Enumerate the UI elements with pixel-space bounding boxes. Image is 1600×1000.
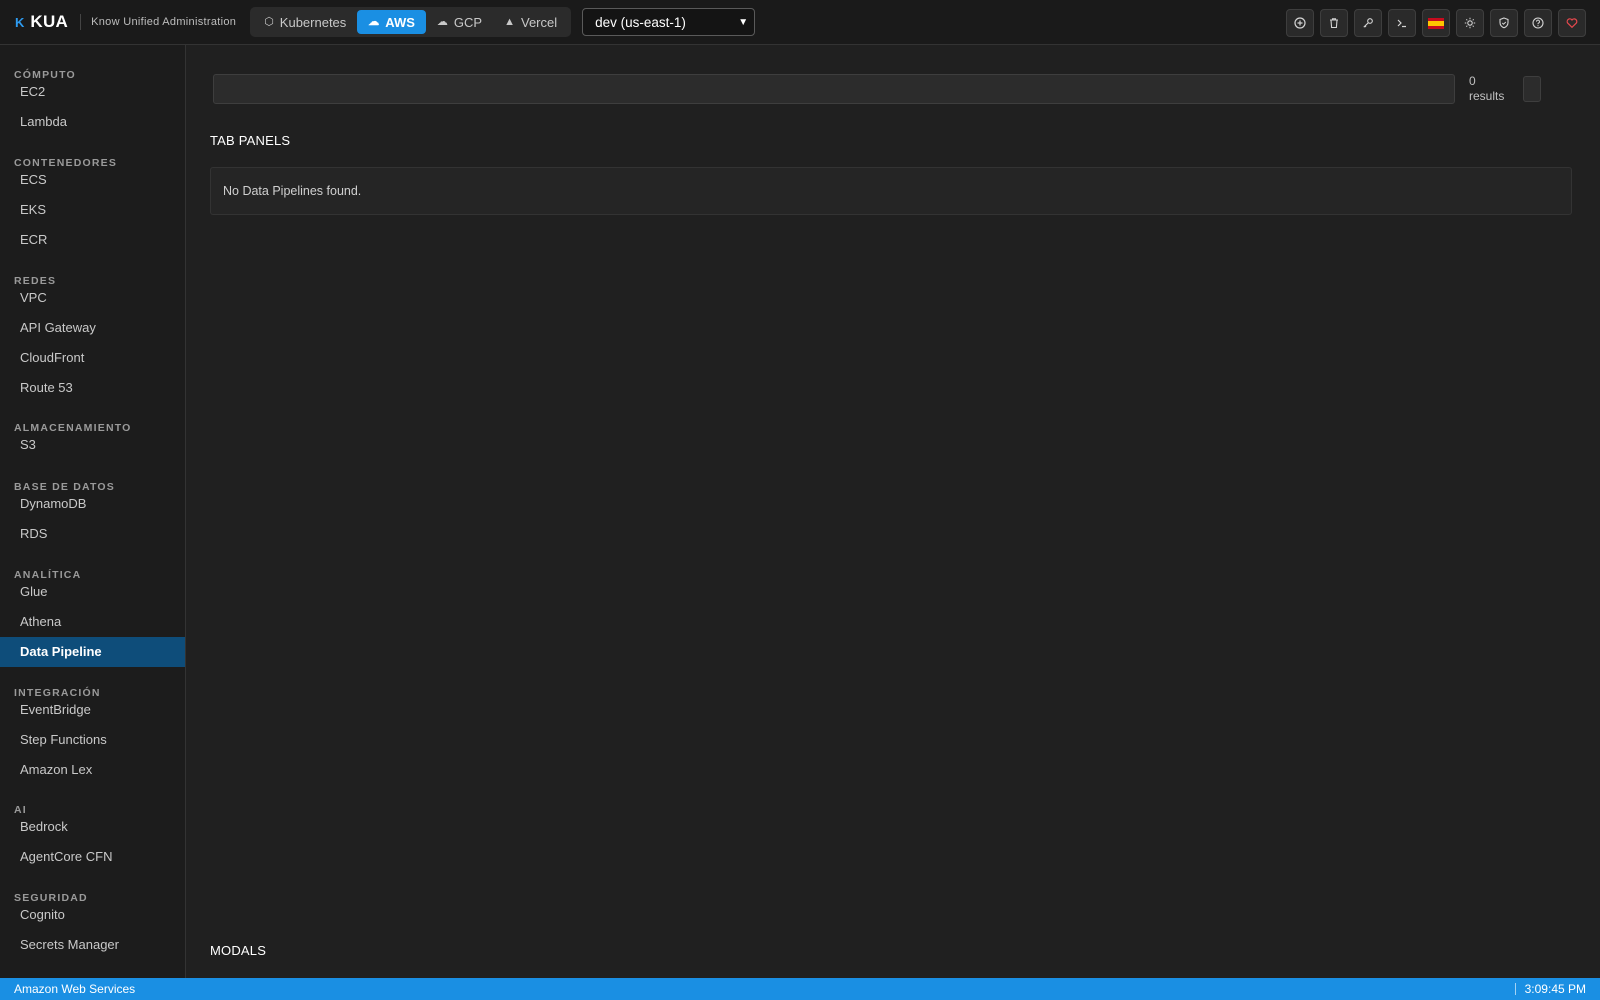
provider-tabs: ⬡ Kubernetes ☁ AWS ☁ GCP ▲ Vercel — [250, 7, 572, 37]
help-icon — [1532, 17, 1544, 29]
sidebar-item-cloudfront[interactable]: CloudFront — [0, 343, 185, 373]
tab-label: GCP — [453, 14, 483, 30]
environment-select[interactable]: dev (us-east-1) ▼ — [582, 8, 756, 36]
cloud-outline-icon: ☁ — [436, 15, 448, 28]
empty-state: No Data Pipelines found. — [210, 167, 1572, 215]
spain-flag-icon — [1428, 17, 1444, 29]
sidebar-item-agentcore-cfn[interactable]: AgentCore CFN — [0, 842, 185, 872]
environment-value: dev (us-east-1) — [595, 14, 686, 30]
theme-toggle-button[interactable] — [1456, 9, 1484, 37]
results-label: results — [1469, 89, 1505, 103]
trash-icon — [1330, 18, 1338, 29]
tab-label: Vercel — [520, 14, 558, 30]
sidebar-item-step-functions[interactable]: Step Functions — [0, 725, 185, 755]
add-circle-icon — [1294, 17, 1306, 29]
sidebar-item-eks[interactable]: EKS — [0, 195, 185, 225]
add-button[interactable] — [1286, 9, 1314, 37]
security-button[interactable] — [1490, 9, 1518, 37]
tab-aws[interactable]: ☁ AWS — [357, 10, 426, 34]
brand-name: KUA — [30, 12, 69, 31]
sidebar-item-api-gateway[interactable]: API Gateway — [0, 313, 185, 343]
status-bar: Amazon Web Services 3:09:45 PM — [0, 978, 1600, 1000]
brand-logo-icon: K — [15, 14, 25, 30]
status-time: 3:09:45 PM — [1524, 982, 1586, 996]
sun-icon — [1464, 17, 1476, 29]
credentials-button[interactable] — [1354, 9, 1382, 37]
status-divider — [1514, 983, 1516, 995]
brand-divider — [80, 14, 82, 30]
sidebar-item-data-pipeline[interactable]: Data Pipeline — [0, 637, 185, 667]
sidebar: CÓMPUTO EC2 Lambda CONTENEDORES ECS EKS ECR RED… — [0, 45, 186, 978]
results-count: 0 — [1469, 74, 1476, 88]
favorites-button[interactable] — [1558, 9, 1586, 37]
sidebar-item-vpc[interactable]: VPC — [0, 283, 185, 313]
sidebar-item-athena[interactable]: Athena — [0, 607, 185, 637]
tab-gcp[interactable]: ☁ GCP — [426, 10, 493, 34]
cloud-icon: ☁ — [368, 15, 380, 28]
sidebar-item-s3[interactable]: S3 — [0, 430, 185, 460]
sidebar-item-lambda[interactable]: Lambda — [0, 107, 185, 137]
sidebar-item-rds[interactable]: RDS — [0, 519, 185, 549]
delete-button[interactable] — [1320, 9, 1348, 37]
sidebar-item-route-53[interactable]: Route 53 — [0, 373, 185, 403]
empty-message: No Data Pipelines found. — [223, 184, 362, 198]
status-right: 3:09:45 PM — [1514, 982, 1586, 996]
triangle-icon: ▲ — [504, 15, 515, 28]
toolbar — [1286, 9, 1586, 37]
sidebar-item-cognito[interactable]: Cognito — [0, 900, 185, 930]
sidebar-item-ecs[interactable]: ECS — [0, 165, 185, 195]
terminal-icon — [1397, 19, 1406, 28]
tab-label: Kubernetes — [279, 14, 347, 30]
tab-label: AWS — [385, 14, 415, 30]
tab-kubernetes[interactable]: ⬡ Kubernetes — [253, 10, 357, 34]
sidebar-item-secrets-manager[interactable]: Secrets Manager — [0, 930, 185, 960]
results-counter: 0 results — [1469, 74, 1517, 104]
sidebar-item-amazon-lex[interactable]: Amazon Lex — [0, 755, 185, 785]
modals-heading: MODALS — [210, 943, 267, 958]
sidebar-item-dynamodb[interactable]: DynamoDB — [0, 489, 185, 519]
chevron-down-icon: ▼ — [738, 16, 749, 28]
tab-panels-heading: TAB PANELS — [210, 133, 291, 148]
filter-button[interactable] — [1523, 76, 1541, 102]
heart-icon — [1566, 18, 1578, 29]
terminal-button[interactable] — [1388, 9, 1416, 37]
sidebar-item-ec2[interactable]: EC2 — [0, 77, 185, 107]
brand[interactable]: K KUA Know Unified Administration — [15, 12, 236, 32]
tab-vercel[interactable]: ▲ Vercel — [493, 10, 568, 34]
search-row: 0 results — [213, 74, 1573, 104]
search-input[interactable] — [213, 74, 1455, 104]
sidebar-item-glue[interactable]: Glue — [0, 577, 185, 607]
shield-icon — [1499, 17, 1509, 29]
top-bar: K KUA Know Unified Administration ⬡ Kube… — [0, 0, 1600, 45]
key-icon — [1363, 18, 1373, 28]
sidebar-item-ecr[interactable]: ECR — [0, 225, 185, 255]
main-content: 0 results TAB PANELS No Data Pipelines f… — [186, 45, 1600, 978]
brand-tagline: Know Unified Administration — [91, 16, 237, 28]
sidebar-item-eventbridge[interactable]: EventBridge — [0, 695, 185, 725]
help-button[interactable] — [1524, 9, 1552, 37]
status-provider: Amazon Web Services — [14, 982, 136, 996]
language-button[interactable] — [1422, 9, 1450, 37]
sidebar-item-bedrock[interactable]: Bedrock — [0, 812, 185, 842]
cube-icon: ⬡ — [264, 15, 274, 28]
